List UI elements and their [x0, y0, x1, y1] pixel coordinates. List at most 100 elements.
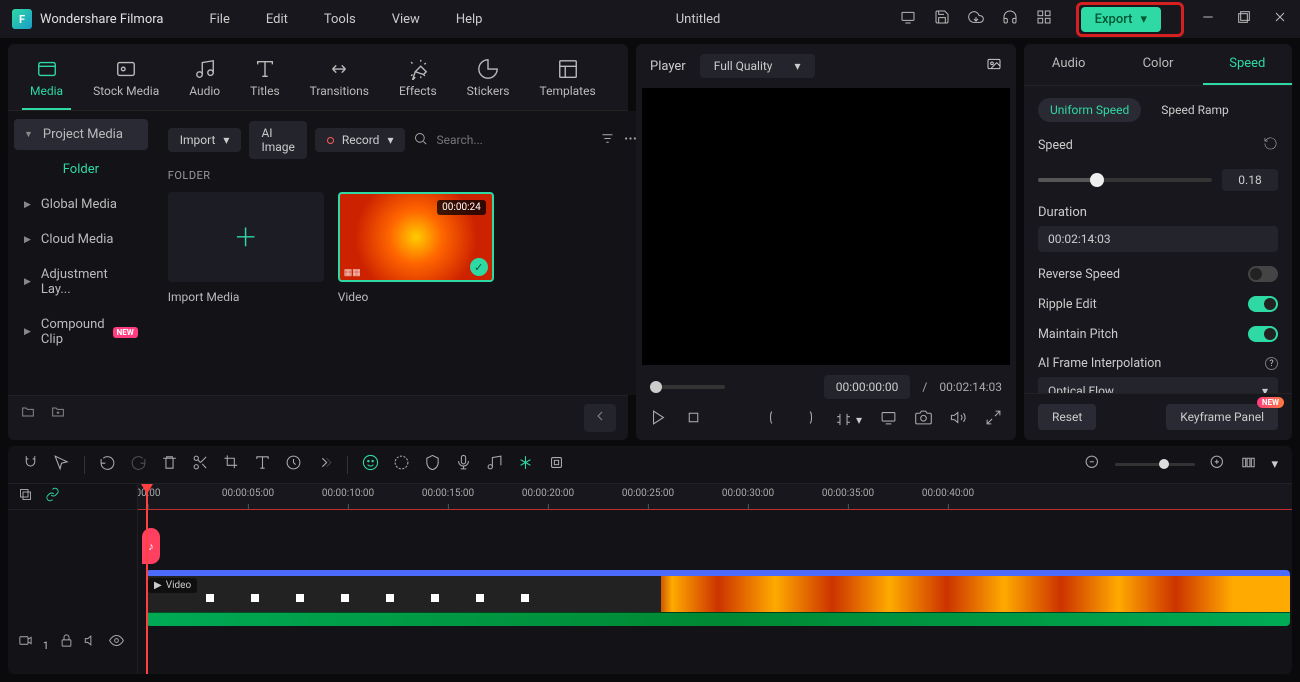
split-icon[interactable]: [192, 454, 209, 475]
tab-transitions[interactable]: Transitions: [302, 52, 377, 110]
interpolation-select[interactable]: Optical Flow▾: [1038, 377, 1278, 393]
ai-image-button[interactable]: AI Image: [249, 121, 306, 159]
tab-templates[interactable]: Templates: [532, 52, 604, 110]
record-dropdown[interactable]: Record▾: [315, 128, 406, 152]
minimize-icon[interactable]: [1200, 9, 1216, 29]
menu-tools[interactable]: Tools: [310, 12, 370, 27]
menu-edit[interactable]: Edit: [252, 12, 302, 27]
play-icon[interactable]: [650, 409, 667, 430]
tab-stickers[interactable]: Stickers: [459, 52, 518, 110]
redo-icon[interactable]: [130, 454, 147, 475]
filter-icon[interactable]: [600, 131, 615, 150]
audio-beat-icon[interactable]: [486, 454, 503, 475]
visibility-track-icon[interactable]: [109, 633, 124, 652]
menu-file[interactable]: File: [195, 12, 243, 27]
display-icon[interactable]: [880, 409, 897, 430]
mark-in-icon[interactable]: [765, 409, 782, 430]
search-input[interactable]: [436, 133, 592, 147]
apps-icon[interactable]: [1036, 9, 1052, 29]
reverse-speed-toggle[interactable]: [1248, 266, 1278, 282]
video-thumbnail[interactable]: 00:00:24 ✓ ▦▦ Video: [338, 192, 494, 304]
subtab-uniform-speed[interactable]: Uniform Speed: [1038, 98, 1141, 122]
speed-value[interactable]: 0.18: [1222, 169, 1278, 191]
zoom-in-icon[interactable]: [1209, 454, 1226, 475]
speed-slider[interactable]: [1038, 178, 1212, 182]
timecode-current[interactable]: 00:00:00:00: [824, 375, 911, 399]
keyframe-panel-button[interactable]: Keyframe Panel NEW: [1166, 404, 1278, 430]
sidebar-global-media[interactable]: ▶Global Media: [14, 189, 148, 220]
info-icon[interactable]: ?: [1265, 357, 1278, 370]
magnet-icon[interactable]: [22, 454, 39, 475]
undo-icon[interactable]: [99, 454, 116, 475]
tab-media[interactable]: Media: [22, 52, 71, 110]
reset-button[interactable]: Reset: [1038, 404, 1096, 430]
fullscreen-icon[interactable]: [985, 409, 1002, 430]
zoom-fit-icon[interactable]: [1240, 454, 1257, 475]
timeline-tracks[interactable]: 00:00 00:00:05:00 00:00:10:00 00:00:15:0…: [138, 484, 1292, 674]
lock-track-icon[interactable]: [59, 633, 74, 652]
tab-audio[interactable]: Audio: [181, 52, 228, 110]
audio-marker-clip[interactable]: ♪: [142, 528, 160, 564]
smart-cut-icon[interactable]: [517, 454, 534, 475]
text-tool-icon[interactable]: [254, 454, 271, 475]
export-button[interactable]: Export ▾: [1081, 7, 1161, 32]
sidebar-adjustment-layer[interactable]: ▶Adjustment Lay...: [14, 259, 148, 305]
tab-stock-media[interactable]: Stock Media: [85, 52, 167, 110]
preview-viewport[interactable]: [642, 88, 1010, 365]
subtab-speed-ramp[interactable]: Speed Ramp: [1149, 98, 1241, 122]
mute-track-icon[interactable]: [84, 633, 99, 652]
duration-input[interactable]: 00:02:14:03: [1038, 226, 1278, 252]
speed-ramp-icon[interactable]: [285, 454, 302, 475]
timeline-settings-icon[interactable]: ▾: [1271, 457, 1278, 472]
playhead[interactable]: [146, 484, 148, 674]
monitor-icon[interactable]: [900, 9, 916, 29]
snapshot-icon[interactable]: [915, 409, 932, 430]
new-bin-icon[interactable]: [50, 404, 66, 432]
tab-titles[interactable]: Titles: [242, 52, 287, 110]
headphones-icon[interactable]: [1002, 9, 1018, 29]
tab-audio-props[interactable]: Audio: [1024, 44, 1113, 85]
stop-icon[interactable]: [685, 409, 702, 430]
clip-width-dropdown[interactable]: ▾: [835, 411, 862, 428]
delete-icon[interactable]: [161, 454, 178, 475]
mask-icon[interactable]: [424, 454, 441, 475]
sidebar-cloud-media[interactable]: ▶Cloud Media: [14, 224, 148, 255]
zoom-slider[interactable]: [1115, 463, 1195, 466]
zoom-out-icon[interactable]: [1084, 454, 1101, 475]
video-clip[interactable]: ▶ Video: [146, 570, 1290, 626]
scrub-slider[interactable]: [650, 385, 725, 389]
dup-track-icon[interactable]: [18, 487, 33, 506]
voiceover-icon[interactable]: [455, 454, 472, 475]
sidebar-folder[interactable]: Folder: [14, 154, 148, 185]
cursor-icon[interactable]: [53, 454, 70, 475]
snapshot-gallery-icon[interactable]: [986, 56, 1002, 76]
new-folder-icon[interactable]: [20, 404, 36, 432]
reset-speed-icon[interactable]: [1263, 136, 1278, 155]
quality-dropdown[interactable]: Full Quality▾: [700, 54, 815, 78]
color-tool-icon[interactable]: [393, 454, 410, 475]
marker-icon[interactable]: [548, 454, 565, 475]
save-icon[interactable]: [934, 9, 950, 29]
maximize-icon[interactable]: [1236, 9, 1252, 29]
tab-effects[interactable]: Effects: [391, 52, 445, 110]
more-tools-icon[interactable]: [316, 454, 333, 475]
tab-color-props[interactable]: Color: [1113, 44, 1202, 85]
ripple-edit-toggle[interactable]: [1248, 296, 1278, 312]
import-dropdown[interactable]: Import▾: [168, 128, 242, 152]
sidebar-compound-clip[interactable]: ▶Compound ClipNEW: [14, 309, 148, 355]
timeline-ruler[interactable]: 00:00 00:00:05:00 00:00:10:00 00:00:15:0…: [138, 484, 1292, 510]
collapse-sidebar-button[interactable]: [584, 404, 616, 432]
menu-help[interactable]: Help: [442, 12, 497, 27]
crop-icon[interactable]: [223, 454, 240, 475]
link-track-icon[interactable]: [45, 487, 60, 506]
volume-icon[interactable]: [950, 409, 967, 430]
sidebar-project-media[interactable]: ▼Project Media: [14, 119, 148, 150]
tab-speed-props[interactable]: Speed: [1203, 44, 1292, 85]
menu-view[interactable]: View: [378, 12, 434, 27]
mark-out-icon[interactable]: [800, 409, 817, 430]
maintain-pitch-toggle[interactable]: [1248, 326, 1278, 342]
import-media-tile[interactable]: + Import Media: [168, 192, 324, 304]
ai-avatar-icon[interactable]: [362, 454, 379, 475]
cloud-icon[interactable]: [968, 9, 984, 29]
video-track-header[interactable]: 1: [8, 510, 137, 674]
